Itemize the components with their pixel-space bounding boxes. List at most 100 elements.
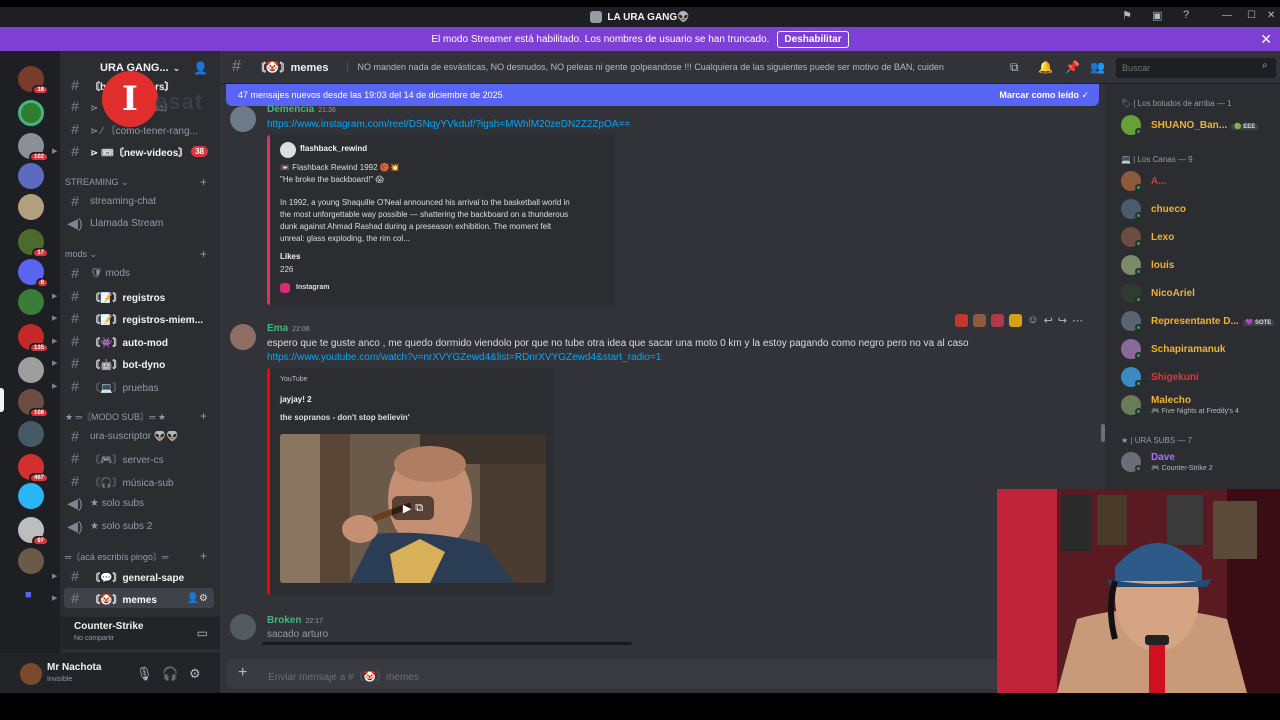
close-window-icon[interactable]: ✕ — [1267, 10, 1275, 21]
server-icon-8[interactable] — [18, 289, 44, 315]
settings-icon[interactable]: ⚙ — [189, 666, 201, 682]
forward-icon[interactable]: ↪ — [1058, 314, 1067, 327]
add-channel-icon[interactable]: + — [200, 175, 207, 189]
minimize-icon[interactable]: — — [1222, 10, 1232, 21]
server-icon-10[interactable] — [18, 357, 44, 383]
server-icon-11[interactable]: 108 — [18, 389, 49, 418]
category-aca-escribis[interactable]: ═〘acá escribís pingo〙═ + — [65, 549, 215, 563]
server-icon-9[interactable]: 135 — [18, 324, 49, 353]
search-input[interactable] — [1116, 58, 1276, 78]
server-icon-2[interactable] — [18, 100, 44, 126]
reaction-icon[interactable] — [991, 314, 1005, 327]
server-badge: 97 — [32, 536, 49, 546]
new-messages-bar[interactable]: 47 mensajes nuevos desde las 19:03 del 1… — [226, 84, 1099, 106]
channel-bot-dyno[interactable]: ▶ # 〘🤖〙bot-dyno — [52, 353, 214, 373]
message-author[interactable]: Broken 22:17 — [267, 615, 323, 626]
channel-ura-suscriptor[interactable]: # ura-suscriptor 👽👽 — [64, 426, 214, 446]
add-channel-icon[interactable]: + — [200, 549, 207, 563]
bell-icon[interactable]: 🔔 — [1038, 60, 1053, 74]
channel-musica-sub[interactable]: # 〘🎧〙música-sub — [64, 471, 214, 491]
add-channel-icon[interactable]: + — [200, 409, 207, 423]
channel-streaming-chat[interactable]: # streaming-chat — [64, 191, 214, 211]
channel-mods[interactable]: # 🛡 mods — [64, 263, 214, 283]
embed-author[interactable]: jayjay! 2 — [280, 394, 312, 406]
reaction-icon[interactable] — [955, 314, 969, 327]
server-icon-14[interactable] — [18, 483, 44, 509]
message-author[interactable]: Demencia 21:36 — [267, 104, 336, 115]
maximize-icon[interactable]: ☐ — [1247, 10, 1256, 21]
member-item[interactable]: Schapiramanuk — [1121, 337, 1276, 361]
channel-general-sape[interactable]: ▶ # 〘💬〙general-sape — [52, 566, 214, 586]
member-item[interactable]: Shigekuni — [1121, 365, 1276, 389]
disable-streamer-button[interactable]: Deshabilitar — [777, 30, 849, 48]
channel-registros[interactable]: ▶ # 〘📝〙registros — [52, 286, 214, 306]
member-item[interactable]: Representante D... 💜 SOTE — [1121, 309, 1276, 333]
play-button[interactable]: ▶ ⧉ — [392, 496, 434, 520]
server-icon-5[interactable] — [18, 194, 44, 220]
reaction-icon[interactable] — [1009, 314, 1023, 327]
reaction-icon[interactable] — [973, 314, 987, 327]
channel-new-videos[interactable]: ▶ # ⋗ 🎟〘new-videos〙 38 — [52, 141, 214, 161]
member-item[interactable]: chueco — [1121, 197, 1276, 221]
channel-llamada-stream[interactable]: ◀) Llamada Stream — [64, 213, 214, 233]
server-icon-16[interactable] — [18, 548, 44, 574]
more-icon[interactable]: ⋯ — [1072, 314, 1083, 327]
server-icon-15[interactable]: 97 — [18, 517, 49, 546]
category-modo-sub[interactable]: ★ ═〘MODO SUB〙═ ★ + — [65, 409, 215, 423]
add-attachment-icon[interactable]: + — [238, 664, 247, 682]
channel-memes[interactable]: ▶ # 〘🤡〙memes 👤⚙ — [52, 588, 214, 608]
channel-settings-icons[interactable]: 👤⚙ — [187, 593, 208, 604]
server-icon-13[interactable]: 467 — [18, 454, 49, 483]
folder-icon[interactable]: ■ — [25, 589, 32, 601]
embed-title[interactable]: the sopranos - don't stop believin' — [280, 412, 410, 424]
server-icon-7[interactable]: 8 — [18, 259, 49, 288]
mark-as-read-button[interactable]: Marcar como leído ✓ — [999, 90, 1089, 101]
server-icon-6[interactable]: 17 — [18, 229, 49, 258]
category-mods[interactable]: mods ⌄ + — [65, 247, 215, 261]
embed-likes-value: 226 — [280, 265, 294, 274]
category-streaming[interactable]: STREAMING ⌄ + — [65, 175, 215, 189]
channel-registros-miembros[interactable]: ▶ # 〘📝〙registros-miem... — [52, 308, 214, 328]
message-author[interactable]: Ema 22:06 — [267, 323, 310, 334]
server-icon-4[interactable] — [18, 163, 44, 189]
member-item[interactable]: Malecho 🎮 Five Nights at Freddy's 4 — [1121, 393, 1276, 417]
avatar[interactable] — [230, 106, 256, 132]
message-link[interactable]: https://www.instagram.com/reel/DSNqyYVkd… — [267, 119, 630, 130]
avatar[interactable] — [20, 663, 42, 685]
banner-close-icon[interactable]: ✕ — [1260, 31, 1272, 48]
add-channel-icon[interactable]: + — [200, 247, 207, 261]
server-icon-3[interactable]: 102 — [18, 133, 49, 162]
horizontal-scrollbar[interactable] — [262, 642, 632, 645]
channel-solo-subs[interactable]: ◀) ★ solo subs — [64, 493, 214, 513]
threads-icon[interactable]: ⧉ — [1010, 60, 1019, 75]
avatar[interactable] — [230, 614, 256, 640]
member-item[interactable]: louis — [1121, 253, 1276, 277]
embed-account[interactable]: flashback_rewind — [300, 143, 367, 155]
reply-icon[interactable]: ↩ — [1044, 314, 1053, 327]
pin-icon[interactable]: 📌 — [1065, 60, 1080, 74]
avatar[interactable] — [230, 324, 256, 350]
headphones-icon[interactable]: 🎧 — [162, 666, 178, 682]
member-item[interactable]: SHUANO_Ban... 🟢 EEE — [1121, 113, 1276, 137]
microphone-icon[interactable]: 🎙 — [136, 666, 153, 682]
inbox-icon[interactable]: ⚑ — [1122, 9, 1132, 22]
add-reaction-icon[interactable]: ☺ — [1027, 314, 1038, 327]
channel-pruebas[interactable]: ▶ # 〘💻〙pruebas — [52, 376, 214, 396]
video-thumbnail[interactable]: ▶ ⧉ — [280, 434, 546, 583]
invite-people-icon[interactable]: 👤 — [193, 61, 208, 75]
server-icon-12[interactable] — [18, 421, 44, 447]
channel-topic[interactable]: NO manden nada de esvásticas, NO desnudo… — [346, 62, 947, 72]
server-icon-1[interactable]: 18 — [18, 66, 49, 95]
screen-share-icon[interactable]: ▭ — [197, 626, 208, 640]
member-item[interactable]: NicoAriel — [1121, 281, 1276, 305]
screen-icon[interactable]: ▣ — [1152, 9, 1162, 22]
member-item[interactable]: Lexo — [1121, 225, 1276, 249]
channel-solo-subs-2[interactable]: ◀) ★ solo subs 2 — [64, 516, 214, 536]
member-list-icon[interactable]: 👥 — [1090, 60, 1105, 74]
channel-auto-mod[interactable]: ▶ # 〘👾〙auto-mod — [52, 331, 214, 351]
help-icon[interactable]: ? — [1183, 9, 1189, 21]
message-link[interactable]: https://www.youtube.com/watch?v=nrXVYGZe… — [267, 352, 661, 363]
channel-server-cs[interactable]: # 〘🎮〙server-cs — [64, 448, 214, 468]
member-item[interactable]: Dave 🎮 Counter-Strike 2 — [1121, 450, 1276, 474]
member-item[interactable]: A... — [1121, 169, 1276, 193]
